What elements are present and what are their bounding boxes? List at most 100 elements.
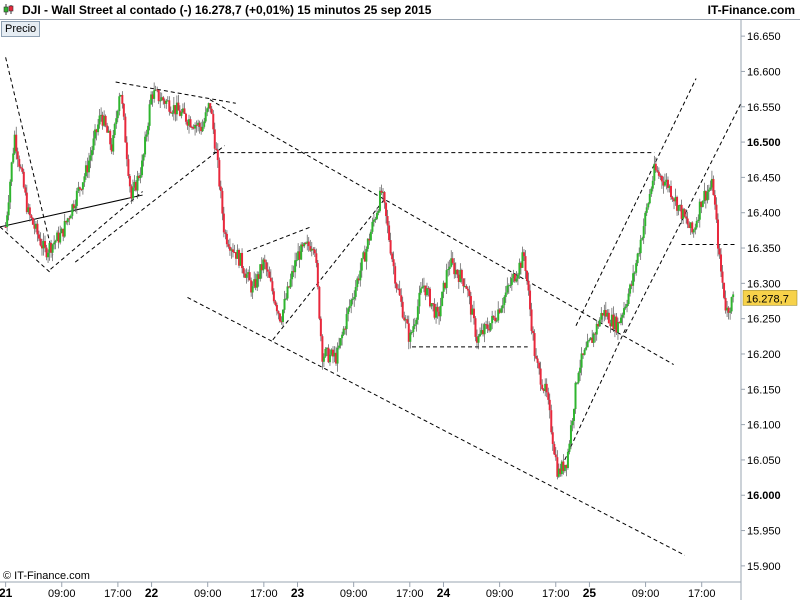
candle-body [283,298,286,310]
candle-body [313,249,316,254]
candle-body [580,353,583,368]
candle-body [221,190,224,214]
candle-body [359,270,362,281]
candle-body [421,286,424,289]
candle-body [277,311,280,314]
candle-body [159,100,162,102]
candle-body [269,277,272,282]
candle-body [218,160,221,187]
candle-body [616,321,619,333]
candle-body [694,227,697,231]
candle-body [636,253,639,264]
candle-body [460,269,463,279]
candle-body [683,209,686,217]
candle-body [712,178,715,196]
candle-body [695,220,698,228]
candle-body [219,186,222,191]
candle-body [300,244,303,260]
candle-body [466,288,469,291]
candle-body [341,334,344,339]
candle-body [576,382,579,384]
candle-body [533,333,536,356]
candle-body [406,319,409,324]
y-tick-label: 16.450 [747,172,781,184]
candle-body [626,303,629,307]
candle-body [222,213,225,233]
candle-body [281,309,284,322]
candle-body [307,241,310,247]
candle-body [500,308,503,313]
candle-body [54,240,57,243]
last-price-tag: 16.278,7 [742,290,798,306]
candle-body [24,187,27,193]
candle-body [654,163,657,171]
candle-body [12,153,15,163]
candle-body [541,384,544,390]
candle-body [139,175,142,179]
candle-body [509,284,512,286]
candle-body [285,298,288,300]
candle-body [506,285,509,293]
candle-body [369,231,372,241]
candle-body [551,432,554,444]
candle-body [109,130,112,145]
candle-body [122,103,125,117]
candle-body [669,185,672,198]
candle-body [685,216,688,219]
candle-body [660,175,663,182]
candle-body [28,207,31,216]
candle-body [577,372,580,383]
candle-body [242,268,245,274]
candle-body [415,319,418,325]
candle-body [418,292,421,307]
price-chart[interactable]: 16.650 16.600 16.550 16.500 16.450 16.400 16.3… [0,0,800,600]
candle-body [201,126,204,132]
candle-body [448,266,451,270]
candle-body [413,324,416,327]
x-tick-label: 17:00 [396,588,424,600]
candle-body [586,341,589,348]
candle-body [663,181,666,186]
candle-body [180,112,183,116]
candle-body [439,305,442,317]
candle-body [588,339,591,342]
y-tick-label: 16.000 [747,490,781,502]
candle-body [10,162,13,182]
y-tick-label: 16.500 [747,137,781,149]
candle-body [347,308,350,315]
candle-body [348,306,351,309]
candle-body [535,355,538,359]
candle-body [15,134,18,152]
series-label-precio[interactable]: Precio [1,21,41,37]
candle-body [532,330,535,334]
candle-body [198,122,201,127]
candle-body [583,349,586,355]
candle-body [113,124,116,136]
candle-body [718,248,721,255]
x-tick-label: 09:00 [486,588,514,600]
candle-body [548,399,551,411]
candle-body [319,318,322,337]
candle-body [289,279,292,288]
candle-body [275,304,278,312]
candle-body [7,202,10,216]
candle-body [400,295,403,302]
candle-body [445,270,448,289]
candle-body [642,226,645,239]
candle-body [75,190,78,206]
candle-body [479,333,482,337]
candle-body [501,305,504,309]
candle-body [131,187,134,199]
candle-body [263,259,266,263]
candle-body [697,219,700,221]
candle-body [274,301,277,305]
candle-body [524,256,527,272]
candle-body [495,320,498,322]
candle-body [318,286,321,319]
candle-body [456,269,459,275]
candle-body [716,219,719,249]
candle-body [638,253,641,255]
candle-body [124,116,127,143]
candle-body [701,200,704,207]
candle-body [30,215,33,218]
